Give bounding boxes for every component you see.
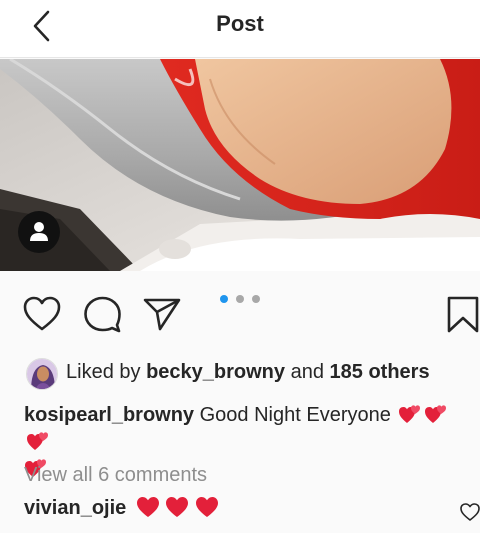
- user-tag-button[interactable]: [18, 211, 60, 253]
- share-button[interactable]: [142, 295, 182, 333]
- comment-row: vivian_ojie: [24, 496, 480, 524]
- top-bar: Post: [0, 0, 480, 58]
- save-button[interactable]: [446, 296, 480, 334]
- heart-outline-icon: [460, 503, 480, 521]
- caption-text: Good Night Everyone: [199, 404, 391, 426]
- liked-by-user-link[interactable]: becky_browny: [146, 361, 285, 383]
- red-heart-icon: [136, 497, 159, 517]
- person-icon: [30, 222, 48, 241]
- paper-plane-icon: [143, 298, 181, 331]
- carousel-dot: [236, 295, 244, 303]
- liked-by-prefix: Liked by: [66, 361, 141, 383]
- action-bar: [0, 280, 480, 344]
- red-heart-icon: [195, 497, 218, 517]
- next-comment-peek: [228, 528, 308, 533]
- comment-username-link[interactable]: vivian_ojie: [24, 497, 126, 519]
- red-heart-icon: [166, 497, 189, 517]
- carousel-dot: [252, 295, 260, 303]
- liked-by-row: Liked by becky_browny and 185 others: [26, 358, 480, 390]
- caption-username-link[interactable]: kosipearl_browny: [24, 404, 194, 426]
- two-hearts-icon: [399, 405, 421, 423]
- heart-outline-icon: [23, 296, 61, 331]
- comment-bubble-icon: [84, 296, 121, 333]
- comment-like-button[interactable]: [459, 502, 480, 522]
- bookmark-icon: [447, 296, 479, 333]
- liked-by-and: and: [290, 361, 324, 383]
- comment-button[interactable]: [82, 295, 122, 333]
- post-image[interactable]: [0, 59, 480, 271]
- view-all-comments-link[interactable]: View all 6 comments: [24, 464, 207, 487]
- liked-by-others-link[interactable]: 185 others: [330, 361, 430, 383]
- page-title: Post: [216, 11, 264, 36]
- like-button[interactable]: [22, 295, 62, 333]
- two-hearts-icon: [27, 432, 48, 450]
- carousel-dot-active: [220, 295, 228, 303]
- comment-hearts: [136, 496, 219, 524]
- two-hearts-icon: [425, 405, 447, 423]
- avatar[interactable]: [26, 358, 58, 390]
